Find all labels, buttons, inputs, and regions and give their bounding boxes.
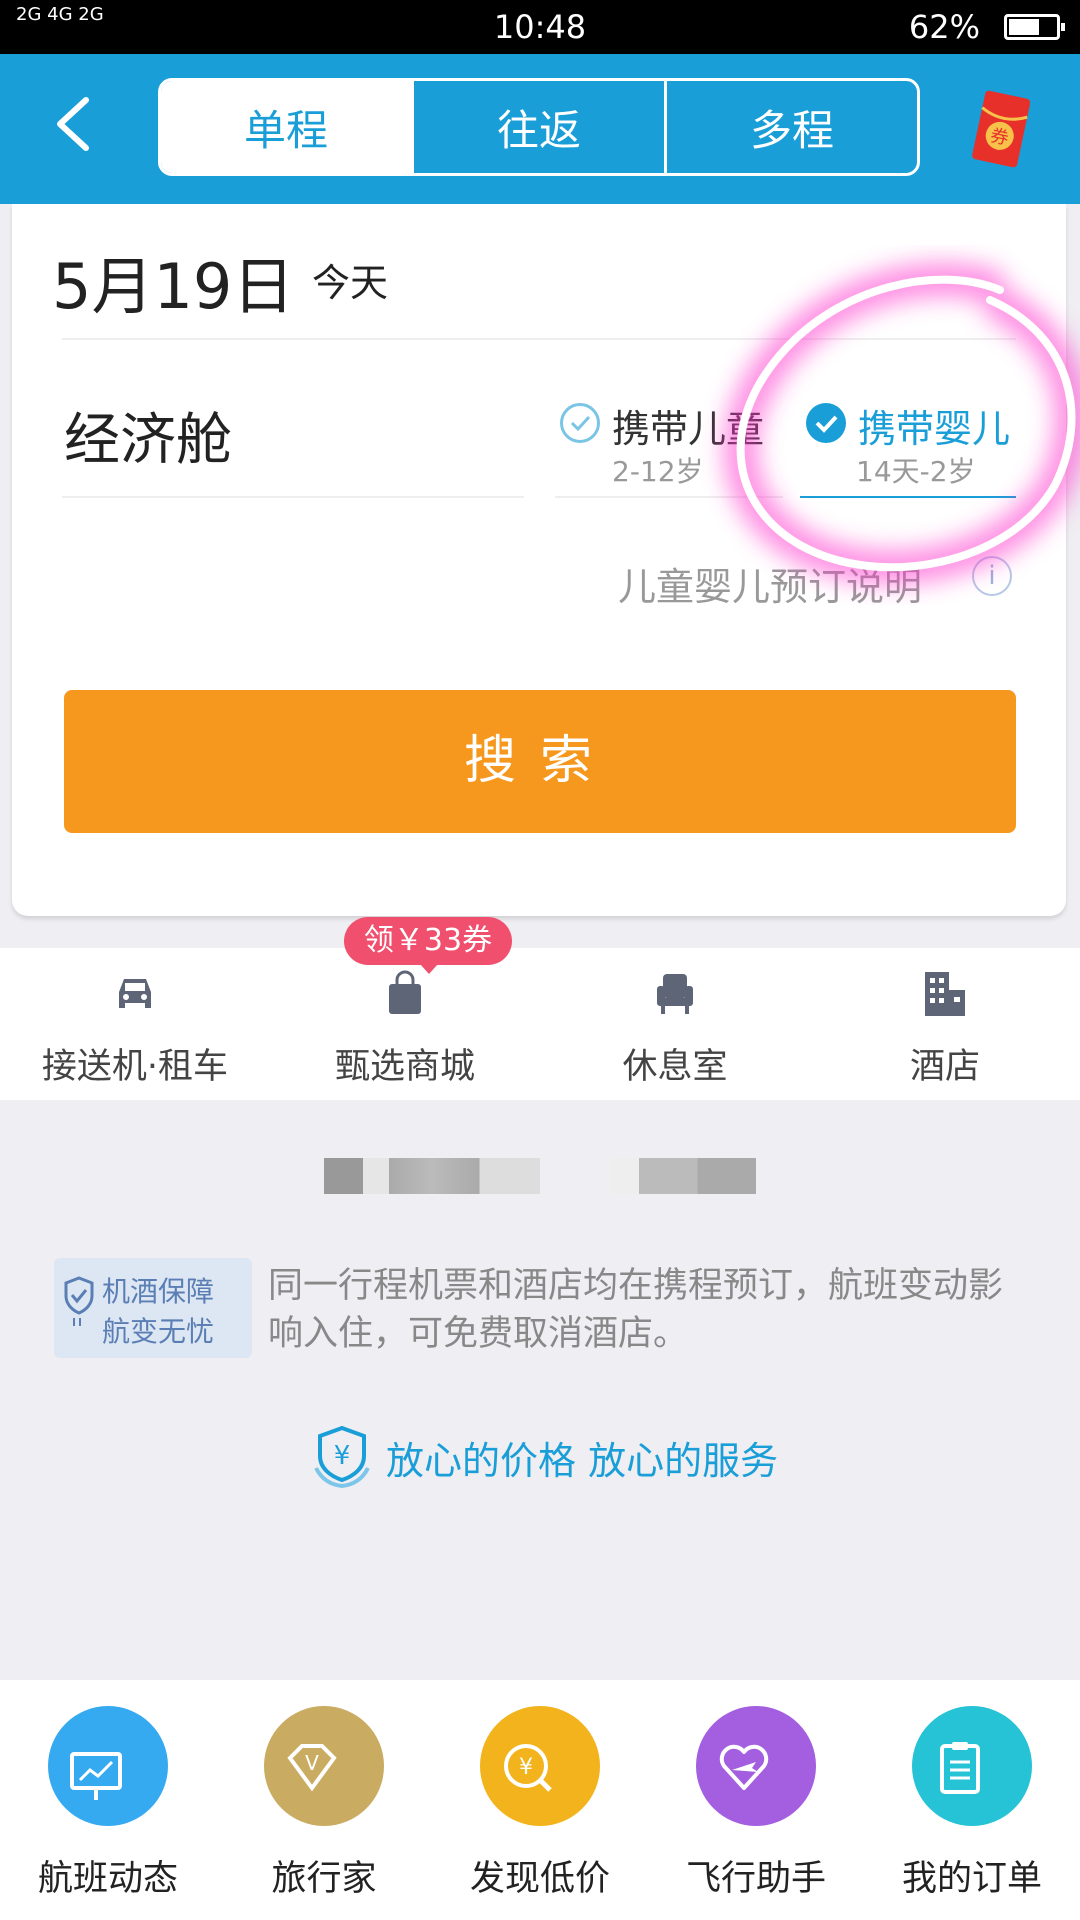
nav-label: 飞行助手 [685, 1859, 826, 1899]
services-row: 接送机·租车 甄选商城 休息室 酒店 [0, 948, 1080, 1100]
cabin-class-selector[interactable]: 经济舱 [64, 395, 232, 476]
battery-percent: 62% [908, 8, 980, 46]
svg-text:¥: ¥ [519, 1755, 533, 1780]
car-icon [119, 979, 151, 1008]
guarantee-description: 同一行程机票和酒店均在携程预订，航班变动影响入住，可免费取消酒店。 [268, 1266, 1004, 1354]
departure-date[interactable]: 5月19日 [52, 236, 294, 326]
nav-label: 航班动态 [37, 1859, 178, 1899]
lounge-chair-icon [657, 974, 693, 1014]
nav-label: 旅行家 [271, 1859, 377, 1899]
red-envelope-coupon-icon[interactable]: 券 [972, 90, 1030, 170]
service-label: 甄选商城 [334, 1047, 475, 1087]
service-hotel[interactable]: 酒店 [810, 948, 1080, 1100]
guarantee-line1: 机酒保障 [102, 1275, 215, 1308]
tab-multi-city[interactable]: 多程 [664, 81, 917, 173]
bottom-quick-nav: 航班动态 V 旅行家 ¥ 发现低价 飞行助手 我的订单 [0, 1680, 1080, 1920]
nav-low-price[interactable]: ¥ 发现低价 [432, 1702, 648, 1902]
guarantee-tag: 机酒保障 航变无忧 [54, 1258, 252, 1358]
traveler-v-icon: V [287, 1744, 337, 1792]
blurred-content [324, 1158, 540, 1194]
check-icon [570, 415, 591, 432]
divider [62, 496, 524, 498]
nav-flight-helper[interactable]: 飞行助手 [648, 1702, 864, 1902]
back-arrow-icon[interactable] [46, 94, 106, 154]
service-promise: 放心的价格 放心的服务 [386, 1439, 779, 1483]
nav-my-orders[interactable]: 我的订单 [864, 1702, 1080, 1902]
nav-label: 我的订单 [901, 1859, 1042, 1899]
annotation-circle [723, 262, 1080, 585]
svg-text:V: V [305, 1751, 319, 1775]
svg-text:¥: ¥ [334, 1441, 351, 1471]
search-button[interactable]: 搜索 [64, 690, 1016, 833]
tab-one-way[interactable]: 单程 [161, 81, 411, 173]
status-bar: 2G 4G 2G 10:48 62% [0, 0, 1080, 54]
nav-traveler[interactable]: V 旅行家 [216, 1702, 432, 1902]
hotel-building-icon [925, 972, 965, 1016]
service-car-rental[interactable]: 接送机·租车 [0, 948, 270, 1100]
date-today-label: 今天 [312, 261, 389, 305]
coupon-badge[interactable]: 领￥33券 [344, 917, 512, 974]
top-header: 单程 往返 多程 券 [0, 54, 1080, 204]
service-label: 接送机·租车 [41, 1047, 229, 1087]
service-mall[interactable]: 甄选商城 [270, 948, 540, 1100]
yuan-shield-icon: ¥ [314, 1425, 370, 1489]
blurred-content [610, 1158, 756, 1194]
flight-helper-heart-icon [719, 1744, 769, 1790]
tab-round-trip[interactable]: 往返 [411, 81, 664, 173]
shopping-bag-icon [389, 970, 421, 1014]
nav-flight-status[interactable]: 航班动态 [0, 1702, 216, 1902]
service-label: 酒店 [909, 1047, 980, 1087]
battery-icon [1004, 14, 1065, 40]
flight-status-icon [70, 1752, 122, 1800]
my-orders-icon [940, 1742, 980, 1794]
trip-type-tabs: 单程 往返 多程 [158, 78, 920, 176]
low-price-search-icon: ¥ [504, 1744, 552, 1792]
service-label: 休息室 [622, 1047, 728, 1087]
shield-check-icon [64, 1276, 94, 1326]
child-checkbox[interactable] [560, 403, 600, 443]
guarantee-line2: 航变无忧 [102, 1315, 215, 1348]
service-lounge[interactable]: 休息室 [540, 948, 810, 1100]
nav-label: 发现低价 [469, 1859, 610, 1899]
